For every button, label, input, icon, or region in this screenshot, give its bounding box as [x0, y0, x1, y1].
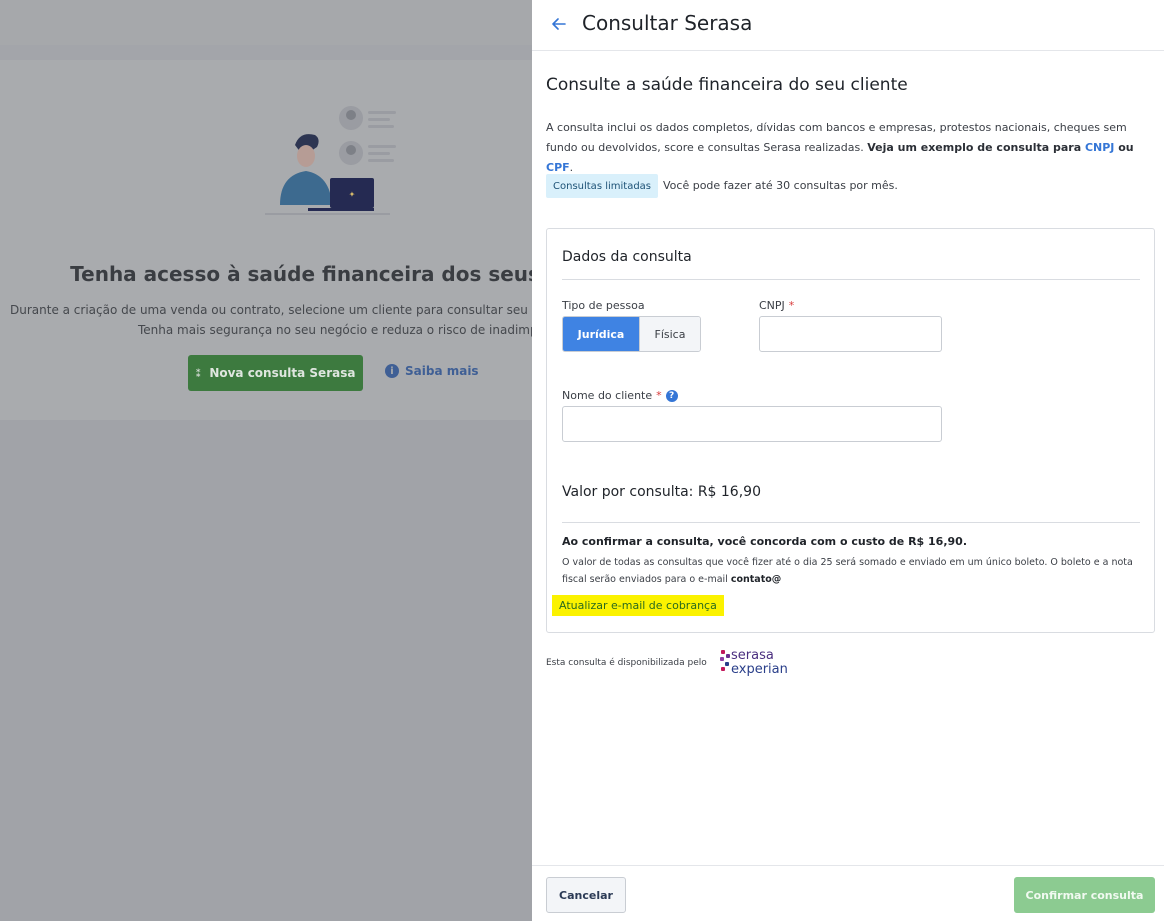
- person-type-label-text: Tipo de pessoa: [562, 299, 645, 312]
- update-billing-email-link[interactable]: Atualizar e-mail de cobrança: [552, 595, 724, 616]
- serasa-drawer: Consultar Serasa Consulte a saúde financ…: [532, 0, 1164, 921]
- client-name-label-text: Nome do cliente: [562, 389, 653, 402]
- cnpj-input[interactable]: [759, 316, 942, 352]
- sparkle-icon: ⁑: [195, 366, 202, 380]
- footer-divider: [532, 865, 1164, 866]
- limited-queries-text: Você pode fazer até 30 consultas por mês…: [663, 179, 898, 192]
- info-icon: i: [385, 364, 399, 378]
- logo-experian-word: experian: [731, 662, 788, 677]
- billing-fine-print: O valor de todas as consultas que você f…: [562, 554, 1137, 588]
- fine-print-text: O valor de todas as consultas que você f…: [562, 557, 1133, 585]
- client-name-label: Nome do cliente * ?: [562, 389, 678, 402]
- new-serasa-query-button[interactable]: ⁑ Nova consulta Serasa: [188, 355, 363, 391]
- learn-more-link[interactable]: i Saiba mais: [385, 364, 479, 378]
- query-data-panel: Dados da consulta Tipo de pessoa Jurídic…: [546, 228, 1155, 633]
- option-fisica[interactable]: Física: [639, 317, 700, 351]
- cnpj-example-link[interactable]: CNPJ: [1085, 141, 1114, 154]
- background-description-line2: Tenha mais segurança no seu negócio e re…: [138, 323, 578, 337]
- option-juridica[interactable]: Jurídica: [563, 317, 639, 351]
- section-title: Consulte a saúde financeira do seu clien…: [546, 75, 908, 95]
- logo-serasa-word: serasa: [731, 648, 774, 663]
- limited-queries-badge: Consultas limitadas: [546, 174, 659, 198]
- drawer-title: Consultar Serasa: [582, 11, 753, 35]
- panel-title: Dados da consulta: [562, 249, 692, 265]
- header-divider: [532, 50, 1164, 51]
- confirm-query-button[interactable]: Confirmar consulta: [1014, 877, 1155, 913]
- intro-paragraph: A consulta inclui os dados completos, dí…: [546, 118, 1151, 178]
- new-serasa-query-label: Nova consulta Serasa: [209, 366, 356, 380]
- price-per-query: Valor por consulta: R$ 16,90: [562, 484, 761, 500]
- panel-divider-bottom: [562, 522, 1140, 523]
- panel-divider-top: [562, 279, 1140, 280]
- cpf-example-link[interactable]: CPF: [546, 161, 570, 174]
- cnpj-label-text: CNPJ: [759, 299, 785, 312]
- intro-end: .: [569, 161, 574, 174]
- back-arrow-icon[interactable]: [549, 12, 569, 36]
- client-name-input[interactable]: [562, 406, 942, 442]
- person-type-toggle: Jurídica Física: [562, 316, 701, 352]
- help-icon[interactable]: ?: [665, 389, 678, 402]
- svg-text:✦: ✦: [349, 190, 356, 199]
- person-type-label: Tipo de pessoa: [562, 299, 645, 312]
- learn-more-label: Saiba mais: [405, 364, 479, 378]
- billing-email: contato@: [730, 574, 782, 585]
- serasa-experian-logo: serasa experian: [718, 648, 798, 682]
- intro-or-text: ou: [1114, 141, 1134, 154]
- agreement-text: Ao confirmar a consulta, você concorda c…: [562, 535, 967, 548]
- background-description-line1: Durante a criação de uma venda ou contra…: [10, 303, 595, 317]
- cnpj-label: CNPJ *: [759, 299, 794, 312]
- cancel-button[interactable]: Cancelar: [546, 877, 626, 913]
- person-laptop-illustration: ✦: [265, 106, 396, 215]
- cnpj-required-mark: *: [788, 299, 795, 312]
- client-name-required-mark: *: [656, 389, 662, 402]
- provider-text: Esta consulta é disponibilizada pelo: [546, 658, 707, 668]
- intro-bold-text: Veja um exemplo de consulta para: [867, 141, 1085, 154]
